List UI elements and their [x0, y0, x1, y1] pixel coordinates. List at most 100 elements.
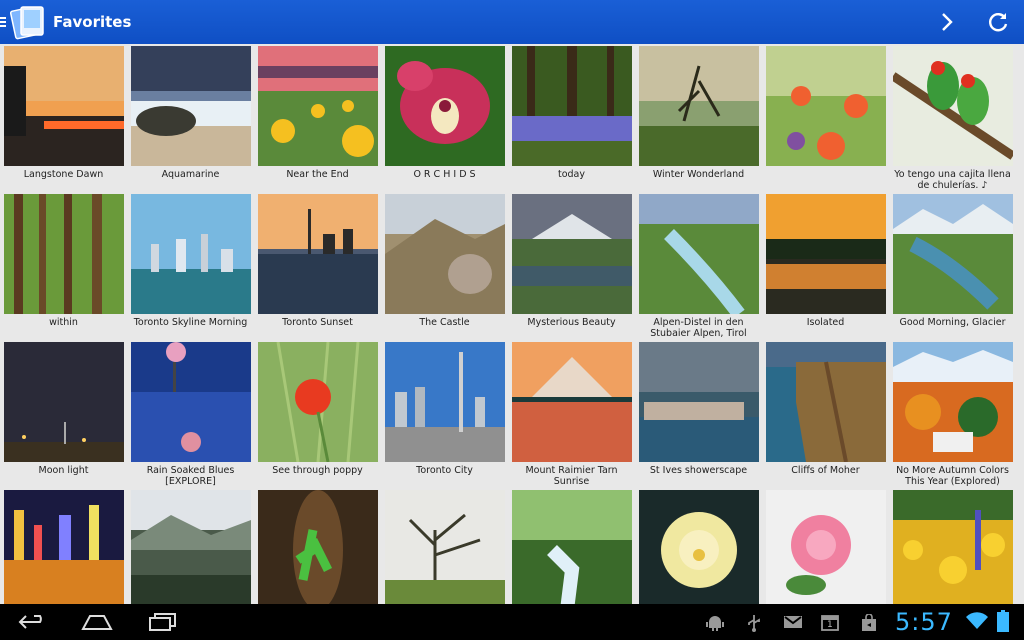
photo-thumbnail[interactable]: [385, 342, 505, 462]
photo-thumbnail[interactable]: [512, 342, 632, 462]
photo-caption: Moon light: [38, 465, 89, 476]
photo-thumbnail[interactable]: [512, 490, 632, 604]
photo-tile[interactable]: Rain Soaked Blues [EXPLORE]: [127, 342, 254, 487]
photo-caption: O R C H I D S: [413, 169, 476, 180]
photo-tile[interactable]: [508, 490, 635, 604]
photo-tile[interactable]: [762, 490, 889, 604]
photo-thumbnail[interactable]: [893, 342, 1013, 462]
photo-tile[interactable]: Alpen-Distel in den Stubaier Alpen, Tiro…: [635, 194, 762, 339]
photo-caption: Isolated: [806, 317, 845, 328]
photo-thumbnail[interactable]: [4, 342, 124, 462]
photo-thumbnail[interactable]: [385, 194, 505, 314]
photo-tile[interactable]: The Castle: [381, 194, 508, 328]
photo-caption: The Castle: [419, 317, 470, 328]
photo-thumbnail[interactable]: [258, 46, 378, 166]
photo-thumbnail[interactable]: [258, 342, 378, 462]
photo-tile[interactable]: [127, 490, 254, 604]
photo-thumbnail[interactable]: [893, 46, 1013, 166]
photo-tile[interactable]: [254, 490, 381, 604]
photo-tile[interactable]: St Ives showerscape: [635, 342, 762, 476]
recent-apps-icon: [149, 613, 176, 631]
home-icon: [81, 615, 113, 630]
photo-thumbnail[interactable]: [258, 490, 378, 604]
back-button[interactable]: [16, 608, 50, 636]
home-button[interactable]: [80, 608, 114, 636]
photo-tile[interactable]: Mount Raimier Tarn Sunrise: [508, 342, 635, 487]
gmail-icon[interactable]: [783, 614, 803, 634]
photo-thumbnail[interactable]: [893, 194, 1013, 314]
photo-caption: Cliffs of Moher: [791, 465, 860, 476]
photo-thumbnail[interactable]: [4, 490, 124, 604]
photo-thumbnail[interactable]: [766, 194, 886, 314]
up-indicator-icon[interactable]: [0, 17, 6, 28]
photo-thumbnail[interactable]: [131, 490, 251, 604]
photo-caption: St Ives showerscape: [649, 465, 748, 476]
photo-tile[interactable]: Near the End: [254, 46, 381, 180]
photo-tile[interactable]: Langstone Dawn: [0, 46, 127, 180]
photo-thumbnail[interactable]: [639, 46, 759, 166]
photo-thumbnail[interactable]: [639, 490, 759, 604]
photo-thumbnail[interactable]: [766, 342, 886, 462]
photo-tile[interactable]: Winter Wonderland: [635, 46, 762, 180]
photo-tile[interactable]: today: [508, 46, 635, 180]
photo-thumbnail[interactable]: [639, 342, 759, 462]
photo-thumbnail[interactable]: [893, 490, 1013, 604]
photo-thumbnail[interactable]: [131, 342, 251, 462]
photo-caption: Aquamarine: [161, 169, 220, 180]
photo-thumbnail[interactable]: [639, 194, 759, 314]
photo-tile[interactable]: Good Morning, Glacier: [889, 194, 1016, 328]
photo-caption: Toronto Skyline Morning: [133, 317, 248, 328]
photo-caption: Langstone Dawn: [23, 169, 104, 180]
photo-thumbnail[interactable]: [385, 46, 505, 166]
photo-tile[interactable]: See through poppy: [254, 342, 381, 476]
photo-tile[interactable]: O R C H I D S: [381, 46, 508, 180]
photo-caption: Rain Soaked Blues [EXPLORE]: [146, 465, 235, 487]
refresh-icon: [989, 13, 1008, 32]
photo-caption: Good Morning, Glacier: [899, 317, 1006, 328]
photo-tile[interactable]: Toronto Skyline Morning: [127, 194, 254, 328]
notification-count: 1: [827, 620, 833, 630]
photo-tile[interactable]: [889, 490, 1016, 604]
system-navigation-bar: 1 5:57: [0, 604, 1024, 640]
photo-tile[interactable]: [0, 490, 127, 604]
shopping-bag-icon[interactable]: [860, 613, 878, 636]
photo-tile[interactable]: Toronto City: [381, 342, 508, 476]
chevron-right-icon: [942, 13, 953, 31]
photo-tile[interactable]: Mysterious Beauty: [508, 194, 635, 328]
photo-thumbnail[interactable]: [512, 194, 632, 314]
photo-tile[interactable]: [635, 490, 762, 604]
calendar-icon[interactable]: 1: [821, 614, 839, 636]
photo-caption: Mysterious Beauty: [527, 317, 616, 328]
photo-thumbnail[interactable]: [258, 194, 378, 314]
photo-caption: No More Autumn Colors This Year (Explore…: [896, 465, 1009, 487]
photo-tile[interactable]: Isolated: [762, 194, 889, 328]
photo-thumbnail[interactable]: [766, 490, 886, 604]
photo-tile[interactable]: [762, 46, 889, 169]
photo-thumbnail[interactable]: [4, 46, 124, 166]
next-button[interactable]: [933, 8, 961, 36]
photo-caption: Toronto Sunset: [282, 317, 353, 328]
status-clock: 5:57: [895, 608, 953, 636]
photo-thumbnail[interactable]: [385, 490, 505, 604]
photo-thumbnail[interactable]: [4, 194, 124, 314]
photo-tile[interactable]: No More Autumn Colors This Year (Explore…: [889, 342, 1016, 487]
photo-caption: Toronto City: [416, 465, 473, 476]
android-debug-icon[interactable]: [706, 614, 724, 636]
photo-tile[interactable]: Moon light: [0, 342, 127, 476]
photo-tile[interactable]: Toronto Sunset: [254, 194, 381, 328]
photo-thumbnail[interactable]: [512, 46, 632, 166]
photo-grid[interactable]: Langstone Dawn Aquamarine Near the End O R …: [0, 44, 1024, 604]
photo-tile[interactable]: Yo tengo una cajita llena de chulerías. …: [889, 46, 1016, 191]
photo-tile[interactable]: Cliffs of Moher: [762, 342, 889, 476]
photo-tile[interactable]: Aquamarine: [127, 46, 254, 180]
photo-tile[interactable]: within: [0, 194, 127, 328]
photo-thumbnail[interactable]: [131, 46, 251, 166]
refresh-button[interactable]: [984, 8, 1012, 36]
photo-caption: Near the End: [286, 169, 349, 180]
photo-thumbnail[interactable]: [131, 194, 251, 314]
recent-apps-button[interactable]: [146, 608, 180, 636]
usb-icon[interactable]: [746, 614, 762, 636]
photo-tile[interactable]: [381, 490, 508, 604]
app-logo-icon[interactable]: [9, 3, 48, 41]
photo-thumbnail[interactable]: [766, 46, 886, 166]
